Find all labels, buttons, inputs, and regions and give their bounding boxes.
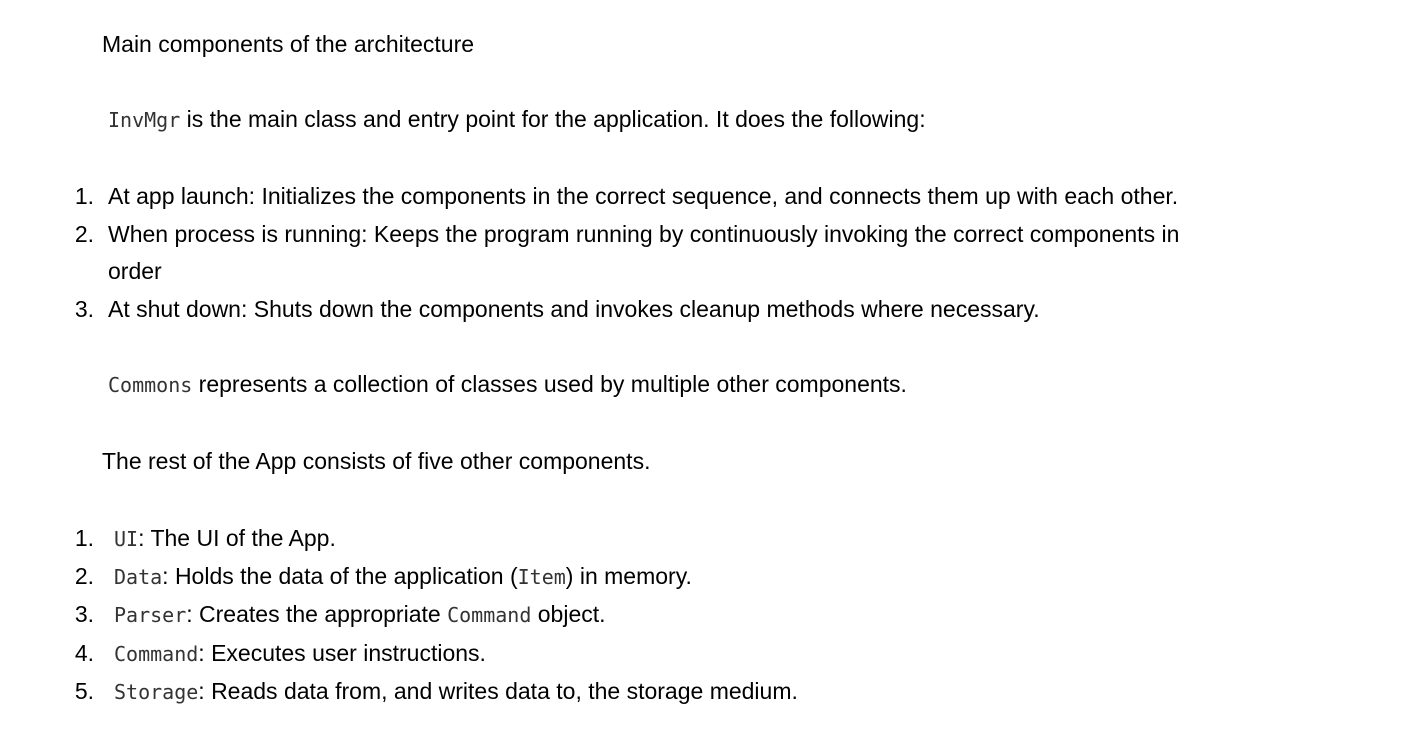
list-item-text-continued: order (108, 258, 162, 284)
list-number: 3. (74, 296, 94, 322)
inline-code: Item (517, 565, 566, 589)
list-number: 3. (74, 601, 94, 627)
component-description: : Executes user instructions. (198, 640, 486, 666)
list-item-text: Command: Executes user instructions. (114, 640, 486, 667)
component-description-end: object. (531, 601, 606, 627)
list-item-text: When process is running: Keeps the progr… (108, 221, 1180, 247)
component-code: Parser (114, 603, 187, 627)
rest-paragraph: The rest of the App consists of five oth… (102, 448, 651, 474)
section-heading: Main components of the architecture (102, 31, 475, 57)
invmgr-code: InvMgr (108, 108, 181, 132)
list-item-text: At shut down: Shuts down the components … (108, 296, 1040, 322)
component-code: UI (114, 527, 139, 551)
list-number: 2. (74, 563, 94, 589)
list-item-text: Storage: Reads data from, and writes dat… (114, 678, 798, 705)
invmgr-text: is the main class and entry point for th… (180, 106, 926, 132)
commons-paragraph: Commons represents a collection of class… (108, 371, 907, 398)
inline-code: Command (447, 603, 532, 627)
list-item-text: Parser: Creates the appropriate Command … (114, 601, 606, 628)
list-number: 5. (74, 678, 94, 704)
commons-code: Commons (108, 373, 193, 397)
list-item-text: UI: The UI of the App. (114, 525, 336, 552)
component-code: Command (114, 642, 199, 666)
component-description: : Creates the appropriate (186, 601, 448, 627)
list-number: 4. (74, 640, 94, 666)
commons-text: represents a collection of classes used … (192, 371, 907, 397)
list-number: 1. (74, 183, 94, 209)
list-number: 2. (74, 221, 94, 247)
component-description: : The UI of the App. (138, 525, 336, 551)
component-description: : Reads data from, and writes data to, t… (198, 678, 798, 704)
component-description: : Holds the data of the application ( (162, 563, 518, 589)
component-code: Data (114, 565, 163, 589)
component-description-end: ) in memory. (565, 563, 692, 589)
list-number: 1. (74, 525, 94, 551)
invmgr-paragraph: InvMgr is the main class and entry point… (108, 106, 926, 133)
component-code: Storage (114, 680, 199, 704)
list-item-text: Data: Holds the data of the application … (114, 563, 692, 590)
list-item-text: At app launch: Initializes the component… (108, 183, 1179, 209)
